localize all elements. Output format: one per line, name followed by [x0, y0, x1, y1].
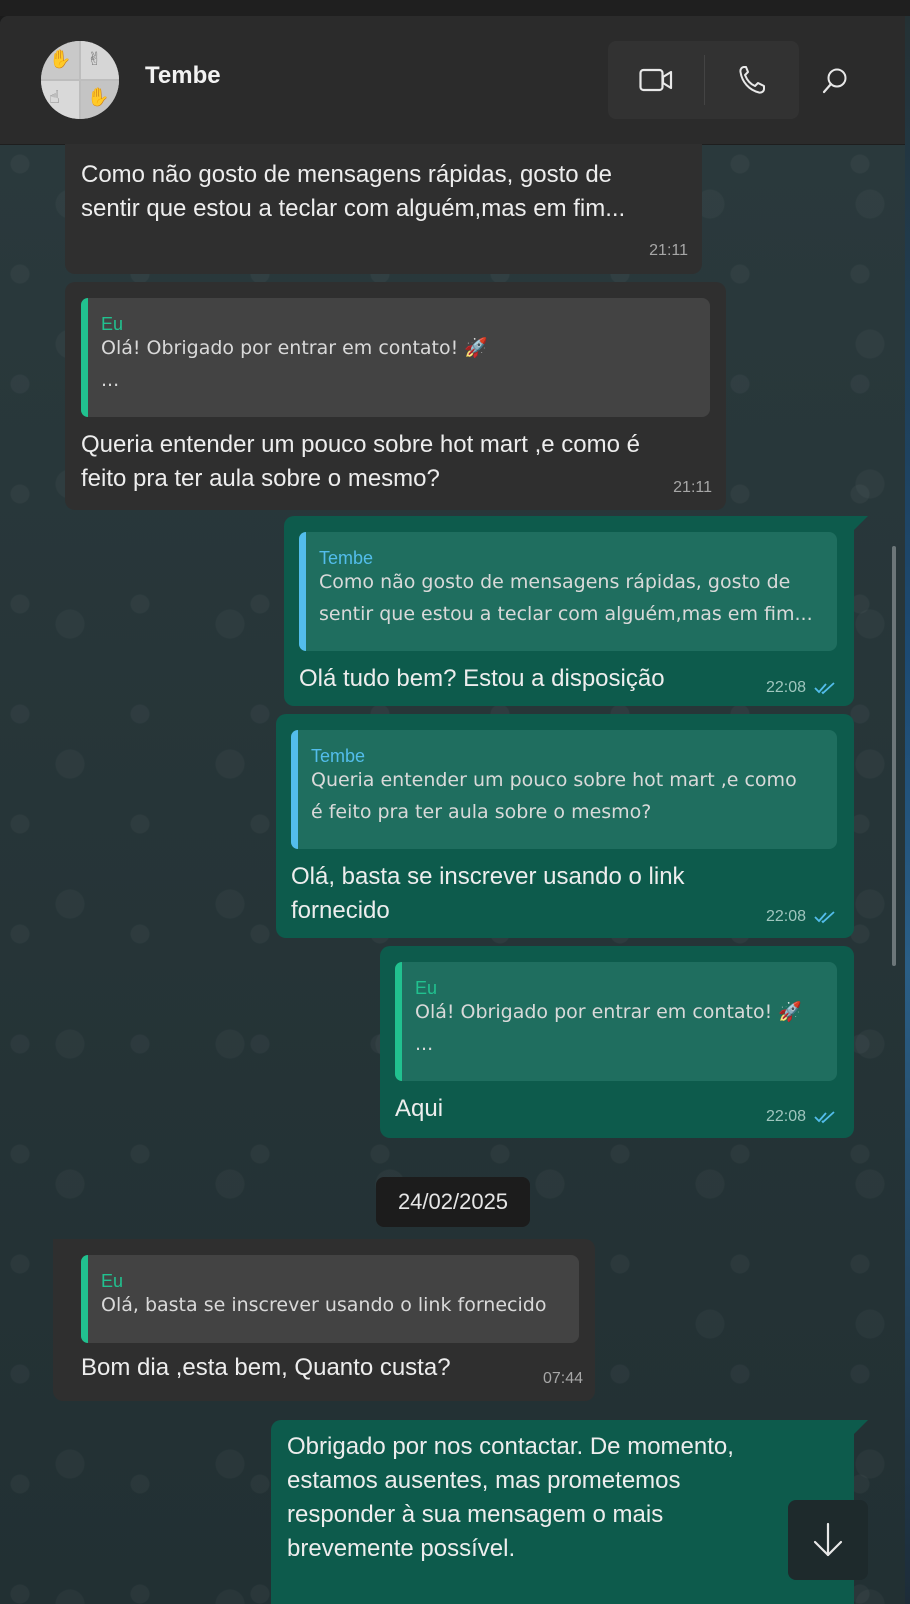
quote-text-line: Olá! Obrigado por entrar em contato! 🚀 [101, 337, 488, 359]
message-text-line: Bom dia ,esta bem, Quanto custa? [81, 1354, 451, 1381]
quote-bar [81, 298, 88, 417]
message-time: 21:11 [649, 242, 688, 259]
message-time: 07:44 [542, 1370, 583, 1387]
message-time: 22:08 [765, 1108, 806, 1125]
quoted-message[interactable]: Tembe Como não gosto de mensagens rápida… [299, 532, 837, 651]
chat-window: ✋ ✌ ☝ ✋ Tembe Como não gosto de mensagen… [0, 16, 905, 1604]
quoted-message[interactable]: Tembe Queria entender um pouco sobre hot… [291, 730, 837, 849]
voice-call-button[interactable] [705, 41, 799, 119]
avatar[interactable]: ✋ ✌ ☝ ✋ [41, 41, 119, 119]
desktop-edge [905, 16, 910, 1604]
quote-text-line: ... [101, 369, 120, 391]
search-icon [822, 68, 847, 94]
message-bubble-outgoing[interactable]: Tembe Queria entender um pouco sobre hot… [276, 714, 854, 938]
read-receipt-icon [814, 911, 835, 924]
message-text-line: Olá tudo bem? Estou a disposição [299, 665, 665, 692]
message-time: 22:08 [765, 908, 806, 925]
arrow-down-icon [813, 1522, 843, 1557]
message-text-line: Queria entender um pouco sobre hot mart … [81, 431, 640, 458]
quote-text-line: é feito pra ter aula sobre o mesmo? [311, 801, 652, 823]
message-text-line: estamos ausentes, mas prometemos [287, 1467, 681, 1494]
read-receipt-icon [814, 1111, 835, 1124]
quote-bar [81, 1255, 88, 1343]
bubble-tail [854, 1420, 868, 1434]
quote-text-line: Olá, basta se inscrever usando o link fo… [101, 1294, 547, 1316]
message-bubble-incoming[interactable]: Eu Olá, basta se inscrever usando o link… [53, 1239, 595, 1401]
message-bubble-incoming[interactable]: Como não gosto de mensagens rápidas, gos… [65, 144, 702, 274]
quoted-message[interactable]: Eu Olá, basta se inscrever usando o link… [81, 1255, 579, 1343]
quote-text-line: Como não gosto de mensagens rápidas, gos… [319, 571, 791, 593]
search-button[interactable] [815, 61, 855, 101]
message-text-line: responder à sua mensagem o mais [287, 1501, 664, 1528]
message-text-line: feito pra ter aula sobre o mesmo? [81, 465, 440, 492]
quoted-message[interactable]: Eu Olá! Obrigado por entrar em contato! … [395, 962, 837, 1081]
message-bubble-outgoing[interactable]: Obrigado por nos contactar. De momento, … [271, 1420, 854, 1604]
scroll-to-bottom-button[interactable] [788, 1500, 868, 1580]
quote-bar [299, 532, 306, 651]
video-call-button[interactable] [608, 41, 704, 119]
quote-text-line: Olá! Obrigado por entrar em contato! 🚀 [415, 1001, 802, 1023]
date-separator: 24/02/2025 [376, 1177, 530, 1227]
title-bar-strip [0, 0, 910, 16]
quote-bar [395, 962, 402, 1081]
quoted-message[interactable]: Eu Olá! Obrigado por entrar em contato! … [81, 298, 710, 417]
message-text-line: Obrigado por nos contactar. De momento, [287, 1433, 734, 1460]
read-receipt-icon [814, 682, 835, 695]
message-bubble-outgoing[interactable]: Eu Olá! Obrigado por entrar em contato! … [380, 946, 854, 1138]
message-text-line: sentir que estou a teclar com alguém,mas… [81, 195, 626, 222]
bubble-tail [854, 516, 868, 530]
message-bubble-incoming[interactable]: Eu Olá! Obrigado por entrar em contato! … [65, 282, 726, 510]
video-call-icon [639, 68, 673, 92]
message-text-line: fornecido [291, 897, 390, 924]
chat-header: ✋ ✌ ☝ ✋ Tembe [0, 16, 905, 145]
message-text-line: Aqui [395, 1095, 444, 1122]
quote-bar [291, 730, 298, 849]
chat-scrollbar[interactable] [892, 546, 896, 966]
message-text-line: brevemente possível. [287, 1535, 516, 1562]
message-time: 22:08 [765, 679, 806, 696]
message-bubble-outgoing[interactable]: Tembe Como não gosto de mensagens rápida… [284, 516, 854, 706]
message-time: 21:11 [673, 479, 712, 496]
quote-text-line: ... [415, 1033, 434, 1055]
message-text-line: Olá, basta se inscrever usando o link [291, 863, 685, 890]
voice-call-icon [739, 66, 765, 94]
quote-text-line: sentir que estou a teclar com alguém,mas… [319, 603, 813, 625]
message-text-line: Como não gosto de mensagens rápidas, gos… [81, 161, 613, 188]
call-button-group [608, 41, 799, 119]
contact-name[interactable]: Tembe [145, 62, 221, 90]
quote-text-line: Queria entender um pouco sobre hot mart … [311, 769, 797, 791]
